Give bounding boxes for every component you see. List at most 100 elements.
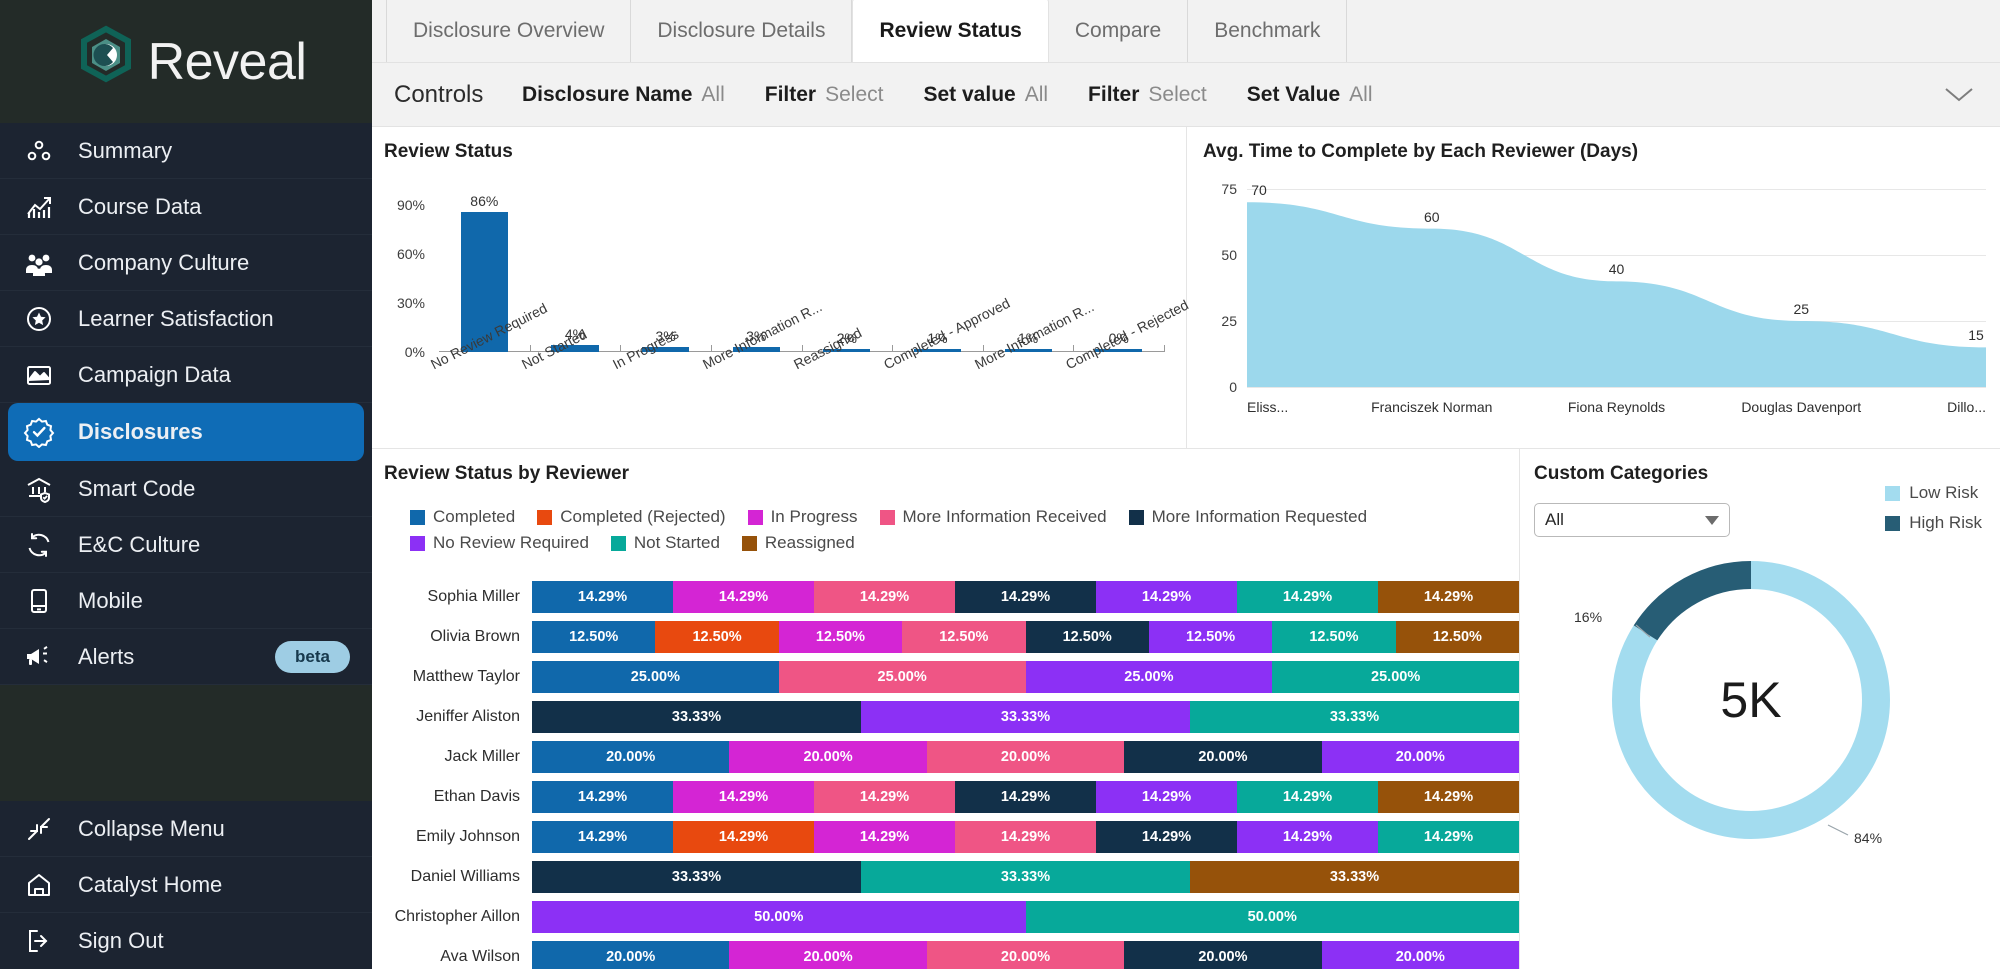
stacked-bar-segment[interactable]: 14.29%	[1237, 781, 1378, 813]
stacked-bar-segment[interactable]: 14.29%	[1096, 581, 1237, 613]
legend-item[interactable]: No Review Required	[410, 533, 589, 553]
stacked-bar-segment[interactable]: 14.29%	[1378, 821, 1519, 853]
chevron-down-icon[interactable]	[1942, 80, 1976, 110]
sidebar-item-catalyst-home[interactable]: Catalyst Home	[0, 857, 372, 913]
sidebar-item-disclosures[interactable]: Disclosures	[8, 403, 364, 461]
stacked-bar-segment[interactable]: 33.33%	[532, 861, 861, 893]
stacked-bar-segment[interactable]: 12.50%	[655, 621, 779, 653]
tab-review-status[interactable]: Review Status	[852, 0, 1049, 62]
stacked-bar-segment[interactable]: 33.33%	[532, 701, 861, 733]
stacked-bar-segment[interactable]: 14.29%	[673, 821, 814, 853]
stacked-bar-segment[interactable]: 14.29%	[673, 581, 814, 613]
stacked-bar-segment[interactable]: 12.50%	[1395, 621, 1519, 653]
stacked-bar-segment[interactable]: 25.00%	[532, 661, 779, 693]
stacked-bar-segment[interactable]: 20.00%	[729, 741, 927, 773]
stacked-bar-segment[interactable]: 14.29%	[1237, 821, 1378, 853]
legend-item[interactable]: Completed	[410, 507, 515, 527]
sidebar-item-smart-code[interactable]: Smart Code	[0, 461, 372, 517]
legend-item-high-risk[interactable]: High Risk	[1885, 513, 1982, 533]
stacked-bar-segment[interactable]: 14.29%	[532, 781, 673, 813]
control-filter-2[interactable]: Filter Select	[1088, 83, 1207, 107]
stacked-bar-segment[interactable]: 20.00%	[729, 941, 927, 969]
legend-item[interactable]: Not Started	[610, 533, 720, 553]
stacked-bar-segment[interactable]: 12.50%	[902, 621, 1026, 653]
risk-donut-chart[interactable]: 5K 16% 84%	[1574, 545, 1906, 855]
stacked-bar-segment[interactable]: 14.29%	[673, 781, 814, 813]
stacked-bar-segment[interactable]: 20.00%	[1124, 741, 1322, 773]
stacked-bar-segment[interactable]: 33.33%	[1190, 861, 1519, 893]
stacked-bar-segment[interactable]: 20.00%	[926, 941, 1125, 969]
review-status-bar-chart[interactable]: 0% 30% 60% 90% 86% No Review Required 4% Not St…	[384, 175, 1191, 430]
stacked-bar-segment[interactable]: 14.29%	[1378, 581, 1519, 613]
sidebar-item-mobile[interactable]: Mobile	[0, 573, 372, 629]
stacked-bar-segment[interactable]: 14.29%	[814, 581, 955, 613]
legend-item[interactable]: Reassigned	[741, 533, 855, 553]
stacked-bar-segment[interactable]: 12.50%	[778, 621, 903, 653]
panel-title: Review Status	[384, 141, 513, 162]
stacked-bar-segment[interactable]: 20.00%	[1321, 741, 1520, 773]
control-value[interactable]: All	[1349, 83, 1372, 107]
stacked-bar-segment[interactable]: 14.29%	[1096, 821, 1237, 853]
stacked-bar-segment[interactable]: 33.33%	[861, 701, 1190, 733]
control-filter-1[interactable]: Filter Select	[765, 83, 884, 107]
control-set-value-2[interactable]: Set Value All	[1247, 83, 1373, 107]
stacked-bar-segment[interactable]: 14.29%	[532, 581, 673, 613]
stacked-bar-segment[interactable]: 20.00%	[532, 941, 730, 969]
tab-benchmark[interactable]: Benchmark	[1188, 0, 1348, 62]
sidebar-item-company-culture[interactable]: Company Culture	[0, 235, 372, 291]
sidebar-item-collapse-menu[interactable]: Collapse Menu	[0, 801, 372, 857]
stacked-bar-segment[interactable]: 25.00%	[1272, 661, 1519, 693]
brand-logo[interactable]: Reveal	[0, 0, 372, 123]
stacked-bar-track: 33.33% 33.33% 33.33%	[532, 861, 1519, 893]
control-value[interactable]: Select	[825, 83, 883, 107]
stacked-bar-segment[interactable]: 20.00%	[532, 741, 730, 773]
stacked-bar-segment[interactable]: 14.29%	[814, 781, 955, 813]
stacked-bar-segment[interactable]: 14.29%	[1096, 781, 1237, 813]
area-chart-x-label: Douglas Davenport	[1741, 399, 1862, 415]
sidebar-item-course-data[interactable]: Course Data	[0, 179, 372, 235]
control-value[interactable]: Select	[1148, 83, 1206, 107]
stacked-bar-segment[interactable]: 12.50%	[1148, 621, 1273, 653]
stacked-bar-segment[interactable]: 12.50%	[1272, 621, 1396, 653]
legend-swatch-icon	[410, 509, 425, 525]
stacked-bar-segment[interactable]: 33.33%	[1190, 701, 1519, 733]
stacked-bar-segment[interactable]: 14.29%	[955, 581, 1096, 613]
control-disclosure-name[interactable]: Disclosure Name All	[522, 83, 725, 107]
control-value[interactable]: All	[701, 83, 724, 107]
stacked-bar-segment[interactable]: 14.29%	[955, 781, 1096, 813]
sidebar-item-ec-culture[interactable]: E&C Culture	[0, 517, 372, 573]
stacked-bar-segment[interactable]: 20.00%	[1321, 941, 1520, 969]
sidebar-item-alerts[interactable]: Alerts beta	[0, 629, 372, 685]
legend-item[interactable]: More Information Requested	[1128, 507, 1367, 527]
legend-item-low-risk[interactable]: Low Risk	[1885, 483, 1982, 503]
stacked-bar-segment[interactable]: 50.00%	[532, 901, 1026, 933]
control-value[interactable]: All	[1025, 83, 1048, 107]
controls-bar: Controls Disclosure Name All Filter Sele…	[372, 63, 2000, 127]
sidebar-item-campaign-data[interactable]: Campaign Data	[0, 347, 372, 403]
stacked-bar-segment[interactable]: 12.50%	[1025, 621, 1149, 653]
tab-compare[interactable]: Compare	[1049, 0, 1189, 62]
stacked-bar-segment[interactable]: 14.29%	[1237, 581, 1378, 613]
sidebar-item-summary[interactable]: Summary	[0, 123, 372, 179]
stacked-bar-segment[interactable]: 25.00%	[778, 661, 1026, 693]
stacked-bar-segment[interactable]: 14.29%	[814, 821, 955, 853]
tab-disclosure-overview[interactable]: Disclosure Overview	[386, 0, 632, 62]
stacked-bar-segment[interactable]: 33.33%	[861, 861, 1190, 893]
legend-item[interactable]: Completed (Rejected)	[537, 507, 726, 527]
sidebar-item-learner-satisfaction[interactable]: Learner Satisfaction	[0, 291, 372, 347]
stacked-bar-segment[interactable]: 25.00%	[1025, 661, 1273, 693]
control-set-value-1[interactable]: Set value All	[923, 83, 1048, 107]
stacked-bar-segment[interactable]: 14.29%	[532, 821, 673, 853]
stacked-bar-segment[interactable]: 14.29%	[1378, 781, 1519, 813]
stacked-bar-segment[interactable]: 50.00%	[1025, 901, 1519, 933]
legend-item[interactable]: In Progress	[747, 507, 858, 527]
sidebar-item-sign-out[interactable]: Sign Out	[0, 913, 372, 969]
stacked-bar-segment[interactable]: 14.29%	[955, 821, 1096, 853]
custom-categories-filter-select[interactable]: All	[1534, 503, 1730, 537]
stacked-bar-segment[interactable]: 12.50%	[532, 621, 656, 653]
stacked-bar-segment[interactable]: 20.00%	[1124, 941, 1322, 969]
avg-time-area-chart[interactable]: 0 25 50 75 70 60 40 25 15 Eliss... Franciszek Norm…	[1203, 177, 2000, 427]
legend-item[interactable]: More Information Received	[879, 507, 1107, 527]
tab-disclosure-details[interactable]: Disclosure Details	[631, 0, 853, 62]
stacked-bar-segment[interactable]: 20.00%	[926, 741, 1125, 773]
